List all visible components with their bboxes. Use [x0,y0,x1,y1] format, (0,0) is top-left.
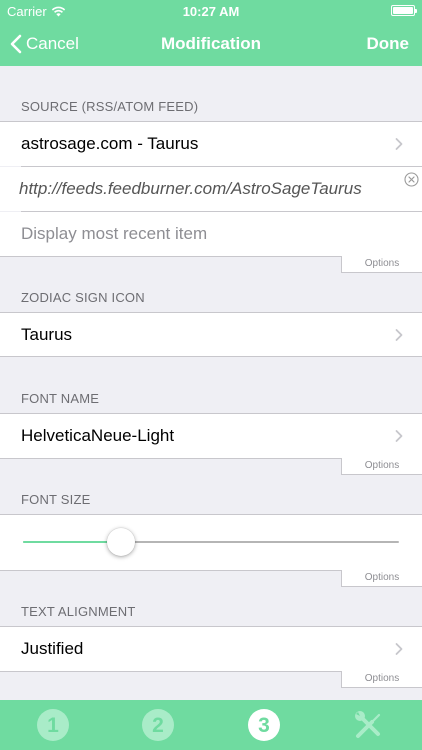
step-1-icon: 1 [36,709,69,741]
text-alignment-options-button[interactable]: Options [341,671,422,688]
battery-icon [391,5,417,16]
font-size-slider[interactable] [23,515,399,570]
tab-step-2-label: 2 [152,714,164,737]
source-options-button[interactable]: Options [341,256,422,273]
tab-tools[interactable] [316,700,421,750]
font-size-options-button[interactable]: Options [341,570,422,587]
zodiac-row[interactable]: Taurus [0,313,422,356]
settings-list[interactable]: SOURCE (RSS/ATOM FEED) astrosage.com - T… [0,66,422,700]
tab-step-1[interactable]: 1 [0,700,105,750]
section-header-font-size: FONT SIZE [21,492,91,507]
display-mode-label: Display most recent item [21,224,208,243]
tab-step-3-label: 3 [258,714,270,737]
slider-thumb[interactable] [107,528,135,556]
divider [0,356,422,357]
clock: 10:27 AM [182,4,240,19]
page-title: Modification [160,34,262,53]
top-bar: Carrier 10:27 AM Cancel Modification Don… [0,0,422,66]
text-alignment-value: Justified [21,639,84,658]
font-name-value: HelveticaNeue-Light [21,426,175,445]
chevron-right-icon [395,643,403,655]
tab-step-3[interactable]: 3 [211,700,316,750]
feed-name-row[interactable]: astrosage.com - Taurus [0,122,422,166]
chevron-right-icon [395,430,403,442]
tools-icon [354,711,380,738]
clear-field-icon[interactable] [404,172,419,187]
section-header-text-alignment: TEXT ALIGNMENT [21,604,136,619]
tab-bar: 1 2 3 [0,700,422,750]
feed-name: astrosage.com - Taurus [21,134,199,153]
display-mode-row[interactable]: Display most recent item [0,212,422,256]
chevron-right-icon [395,328,403,341]
feed-url-row[interactable]: http://feeds.feedburner.com/AstroSageTau… [0,167,422,211]
section-header-zodiac: ZODIAC SIGN ICON [21,290,145,305]
section-header-source: SOURCE (RSS/ATOM FEED) [21,99,199,114]
step-2-icon: 2 [141,709,174,741]
step-3-icon: 3 [247,709,280,741]
chevron-right-icon [395,138,403,150]
font-name-options-button[interactable]: Options [341,458,422,475]
font-name-row[interactable]: HelveticaNeue-Light [0,414,422,458]
navigation-bar: Cancel Modification Done [0,22,422,66]
text-alignment-row[interactable]: Justified [0,627,422,671]
zodiac-value: Taurus [21,324,73,344]
done-button[interactable]: Done [367,22,410,66]
section-header-font-name: FONT NAME [21,391,100,406]
font-size-row [0,515,422,570]
feed-url-field[interactable]: http://feeds.feedburner.com/AstroSageTau… [19,179,362,199]
tab-step-2[interactable]: 2 [105,700,210,750]
tab-step-1-label: 1 [47,714,59,737]
status-bar: Carrier 10:27 AM [0,0,422,22]
